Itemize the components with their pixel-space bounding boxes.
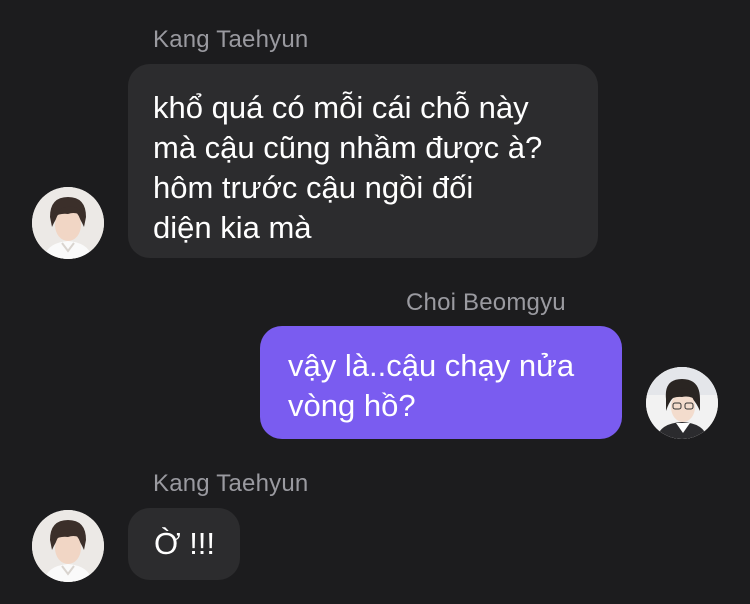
message-bubble-incoming[interactable]: Ờ !!! <box>128 508 240 580</box>
avatar[interactable] <box>646 367 718 439</box>
sender-name: Kang Taehyun <box>153 26 309 53</box>
avatar[interactable] <box>32 187 104 259</box>
sender-name: Choi Beomgyu <box>406 289 566 316</box>
sender-name: Kang Taehyun <box>153 470 309 497</box>
message-bubble-outgoing[interactable]: vậy là..cậu chạy nửa vòng hồ? <box>260 326 622 439</box>
message-bubble-incoming[interactable]: khổ quá có mỗi cái chỗ này mà cậu cũng n… <box>128 64 598 258</box>
avatar[interactable] <box>32 510 104 582</box>
